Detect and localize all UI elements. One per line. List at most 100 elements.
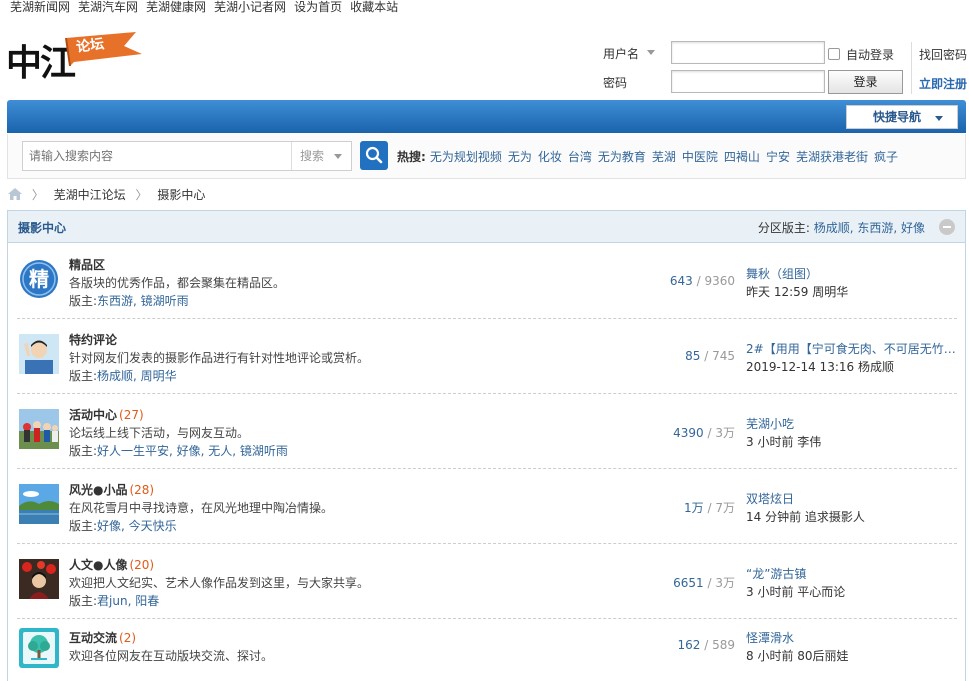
post-count: 745 bbox=[712, 349, 735, 363]
event-photo-icon[interactable] bbox=[19, 409, 59, 449]
hot-term[interactable]: 无为教育 bbox=[598, 150, 646, 164]
search-button[interactable] bbox=[360, 141, 388, 170]
last-post-user[interactable]: 平心而论 bbox=[797, 585, 845, 599]
last-post-meta: 3 小时前 平心而论 bbox=[746, 585, 846, 599]
hot-term[interactable]: 疯子 bbox=[874, 150, 898, 164]
hot-term[interactable]: 芜湖获港老街 bbox=[796, 150, 868, 164]
forum-name[interactable]: 风光●小品 bbox=[69, 483, 127, 497]
site-header: 中江 论坛 用户名 自动登录 找回密码 密码 登录 立即注册 bbox=[0, 16, 969, 100]
forum-name[interactable]: 活动中心 bbox=[69, 408, 117, 422]
moderator-links[interactable]: 好像, 今天快乐 bbox=[97, 519, 177, 533]
hot-term[interactable]: 台湾 bbox=[568, 150, 592, 164]
last-post-title[interactable]: 芜湖小吃 bbox=[746, 415, 956, 432]
last-post-user[interactable]: 李伟 bbox=[797, 435, 821, 449]
today-post-count: (27) bbox=[119, 408, 144, 422]
moderators-label: 分区版主: bbox=[757, 221, 810, 235]
forum-name[interactable]: 精品区 bbox=[69, 256, 105, 273]
forum-name-wrap: 人文●人像 (20) bbox=[69, 556, 154, 573]
site-logo[interactable]: 中江 论坛 bbox=[6, 30, 146, 84]
last-post-title[interactable]: 舞秋（组图） bbox=[746, 265, 956, 282]
last-post-meta: 3 小时前 李伟 bbox=[746, 435, 822, 449]
breadcrumb-forum-home[interactable]: 芜湖中江论坛 bbox=[54, 188, 126, 202]
last-post-user[interactable]: 追求摄影人 bbox=[805, 510, 865, 524]
link-bookmark-site[interactable]: 收藏本站 bbox=[350, 0, 398, 14]
collapse-icon[interactable] bbox=[939, 219, 955, 235]
username-type-dropdown-icon[interactable] bbox=[647, 50, 655, 55]
forum-name[interactable]: 人文●人像 bbox=[69, 558, 127, 572]
thread-count: 643 bbox=[669, 274, 693, 288]
jing-badge-icon[interactable]: 精 bbox=[19, 259, 59, 299]
login-button[interactable]: 登录 bbox=[828, 70, 903, 94]
moderator-links[interactable]: 君jun, 阳春 bbox=[97, 594, 159, 608]
search-type-label: 搜索 bbox=[300, 149, 325, 163]
last-post-user[interactable]: 周明华 bbox=[812, 285, 848, 299]
home-icon[interactable] bbox=[8, 188, 22, 200]
forum-row: 风光●小品 (28) 在风花雪月中寻找诗意，在风光地理中陶冶情操。 版主:好像, … bbox=[17, 469, 957, 544]
forum-group: 摄影中心 分区版主: 杨成顺, 东西游, 好像 精 精品区 各版块的优秀作品，都… bbox=[7, 210, 966, 681]
link-set-homepage[interactable]: 设为首页 bbox=[294, 0, 342, 14]
forum-moderators: 版主:君jun, 阳春 bbox=[69, 594, 160, 608]
forum-description: 在风花雪月中寻找诗意，在风光地理中陶冶情操。 bbox=[69, 501, 334, 515]
link-wuhu-kid-reporter[interactable]: 芜湖小记者网 bbox=[214, 0, 286, 14]
auto-login-checkbox[interactable] bbox=[828, 48, 840, 60]
post-count: 589 bbox=[712, 638, 735, 652]
breadcrumb-current[interactable]: 摄影中心 bbox=[157, 188, 205, 202]
hot-term[interactable]: 无为规划视频 bbox=[430, 150, 502, 164]
moderator-links[interactable]: 杨成顺, 周明华 bbox=[97, 369, 177, 383]
forum-name[interactable]: 特约评论 bbox=[69, 331, 117, 348]
commentator-icon[interactable] bbox=[19, 334, 59, 374]
last-post-title[interactable]: 怪潭滑水 bbox=[746, 629, 956, 646]
hot-search: 热搜: 无为规划视频 无为 化妆 台湾 无为教育 芜湖 中医院 四褐山 宁安 芜湖获港老街 疯子 bbox=[397, 148, 904, 165]
hot-term[interactable]: 中医院 bbox=[682, 150, 718, 164]
main-nav-bar: 快捷导航 bbox=[7, 100, 966, 133]
hot-term[interactable]: 四褐山 bbox=[724, 150, 760, 164]
search-input[interactable] bbox=[23, 142, 291, 170]
forum-group-title[interactable]: 摄影中心 bbox=[18, 219, 66, 236]
forum-row: 特约评论 针对网友们发表的摄影作品进行有针对性地评论或赏析。 版主:杨成顺, 周… bbox=[17, 319, 957, 394]
forum-moderators: 版主:好像, 今天快乐 bbox=[69, 519, 177, 533]
hot-term[interactable]: 宁安 bbox=[766, 150, 790, 164]
link-wuhu-news[interactable]: 芜湖新闻网 bbox=[10, 0, 70, 14]
portrait-photo-icon[interactable] bbox=[19, 559, 59, 599]
forum-stats: 4390 / 3万 bbox=[673, 426, 735, 440]
password-input[interactable] bbox=[671, 70, 825, 93]
last-post-user[interactable]: 杨成顺 bbox=[858, 360, 894, 374]
last-post-meta: 8 小时前 80后丽娃 bbox=[746, 649, 849, 663]
forum-row: 精 精品区 各版块的优秀作品，都会聚集在精品区。 版主:东西游, 镜湖听雨 64… bbox=[17, 244, 957, 319]
quick-nav-button[interactable]: 快捷导航 bbox=[846, 105, 958, 129]
link-wuhu-health[interactable]: 芜湖健康网 bbox=[146, 0, 206, 14]
last-post-title[interactable]: 双塔炫日 bbox=[746, 490, 956, 507]
forum-row: 互动交流 (2) 欢迎各位网友在互动版块交流、探讨。 162 / 589 怪潭滑水… bbox=[17, 619, 957, 681]
find-password-link[interactable]: 找回密码 bbox=[919, 46, 967, 63]
forum-moderators: 版主:杨成顺, 周明华 bbox=[69, 369, 177, 383]
forum-group-moderators: 分区版主: 杨成顺, 东西游, 好像 bbox=[758, 219, 925, 236]
hot-term[interactable]: 无为 bbox=[508, 150, 532, 164]
today-post-count: (28) bbox=[129, 483, 155, 497]
breadcrumb-separator: 〉 bbox=[31, 188, 44, 202]
password-label: 密码 bbox=[603, 76, 628, 90]
moderators-links[interactable]: 杨成顺, 东西游, 好像 bbox=[814, 221, 925, 235]
forum-name-wrap: 活动中心 (27) bbox=[69, 406, 144, 423]
link-wuhu-auto[interactable]: 芜湖汽车网 bbox=[78, 0, 138, 14]
moderator-links[interactable]: 东西游, 镜湖听雨 bbox=[97, 294, 189, 308]
last-post-title[interactable]: 2#【用用【宁可食无肉、不可居无竹】... bbox=[746, 340, 956, 357]
quick-nav-label: 快捷导航 bbox=[873, 110, 922, 124]
landscape-photo-icon[interactable] bbox=[19, 484, 59, 524]
thread-count: 4390 bbox=[673, 426, 704, 440]
forum-name[interactable]: 互动交流 bbox=[69, 631, 117, 645]
last-post-user[interactable]: 80后丽娃 bbox=[797, 649, 848, 663]
register-link[interactable]: 立即注册 bbox=[919, 75, 967, 92]
forum-description: 欢迎把人文纪实、艺术人像作品发到这里，与大家共享。 bbox=[69, 576, 370, 590]
moderator-links[interactable]: 好人一生平安, 好像, 无人, 镜湖听雨 bbox=[97, 444, 288, 458]
username-input[interactable] bbox=[671, 41, 825, 64]
post-count: 7万 bbox=[715, 501, 735, 515]
hot-term[interactable]: 芜湖 bbox=[652, 150, 676, 164]
last-post-title[interactable]: “龙”游古镇 bbox=[746, 565, 956, 582]
forum-stats: 1万 / 7万 bbox=[684, 501, 735, 515]
hot-term[interactable]: 化妆 bbox=[538, 150, 562, 164]
search-type-select[interactable]: 搜索 bbox=[291, 142, 351, 170]
tree-logo-icon[interactable] bbox=[19, 628, 59, 668]
forum-moderators: 版主:东西游, 镜湖听雨 bbox=[69, 294, 189, 308]
auto-login-label: 自动登录 bbox=[846, 48, 895, 62]
forum-stats: 85 / 745 bbox=[685, 349, 735, 363]
